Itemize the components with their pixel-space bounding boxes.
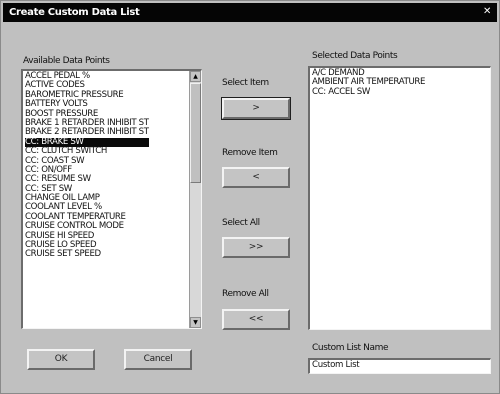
close-icon[interactable]: ✕ bbox=[480, 6, 494, 18]
select-item-button[interactable]: > bbox=[221, 97, 291, 120]
window-title: Create Custom Data List bbox=[9, 7, 140, 18]
scroll-up-icon[interactable]: ▲ bbox=[190, 71, 201, 82]
custom-data-list-dialog: Create Custom Data List ✕ Available Data… bbox=[0, 0, 500, 394]
available-list-scrollbar[interactable]: ▲ ▼ bbox=[189, 71, 201, 328]
remove-item-label: Remove Item bbox=[222, 148, 278, 158]
available-data-points-list[interactable]: ACCEL PEDAL % ACTIVE CODES BAROMETRIC PRES… bbox=[21, 69, 202, 329]
cancel-button[interactable]: Cancel bbox=[124, 349, 192, 370]
remove-all-button[interactable]: << bbox=[222, 309, 290, 330]
title-bar[interactable]: Create Custom Data List ✕ bbox=[3, 3, 497, 22]
available-data-points-label: Available Data Points bbox=[23, 56, 110, 66]
ok-button[interactable]: OK bbox=[27, 349, 95, 370]
scroll-thumb[interactable] bbox=[190, 83, 201, 183]
selected-items: A/C DEMAND AMBIENT AIR TEMPERATURE CC: ACC… bbox=[310, 68, 425, 97]
selected-data-points-label: Selected Data Points bbox=[312, 51, 398, 61]
available-items: ACCEL PEDAL % ACTIVE CODES BAROMETRIC PRES… bbox=[23, 71, 149, 260]
select-all-label: Select All bbox=[222, 218, 260, 228]
remove-item-button[interactable]: < bbox=[222, 167, 290, 188]
remove-all-label: Remove All bbox=[222, 289, 269, 299]
selected-data-points-list[interactable]: A/C DEMAND AMBIENT AIR TEMPERATURE CC: ACC… bbox=[308, 66, 491, 330]
select-item-label: Select Item bbox=[222, 78, 269, 88]
custom-list-name-input[interactable]: Custom List bbox=[308, 358, 491, 374]
custom-list-name-label: Custom List Name bbox=[312, 343, 389, 353]
scroll-down-icon[interactable]: ▼ bbox=[190, 317, 201, 328]
list-item[interactable]: CRUISE SET SPEED bbox=[25, 250, 149, 260]
list-item[interactable]: CC: ACCEL SW bbox=[312, 87, 425, 97]
select-all-button[interactable]: >> bbox=[222, 237, 290, 258]
